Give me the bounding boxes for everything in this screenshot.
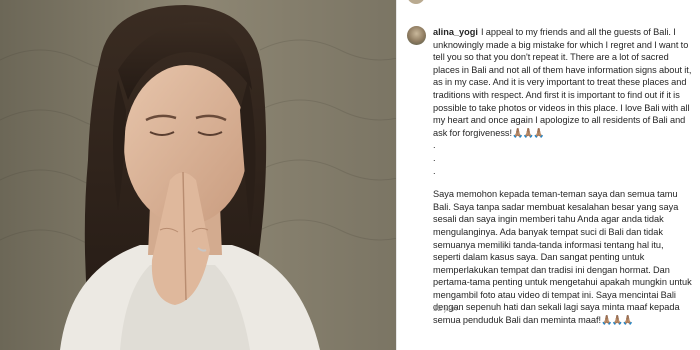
caption-en-text: I appeal to my friends and all the guest…: [433, 27, 692, 138]
caption-comment: alina_yogi I appeal to my friends and all…: [407, 26, 692, 327]
avatar[interactable]: [407, 26, 426, 45]
comments-panel: alina_yogi I appeal to my friends and all…: [397, 0, 700, 350]
username-link[interactable]: alina_yogi: [433, 27, 478, 37]
praying-hands-emoji: 🙏🏽🙏🏽🙏🏽: [601, 315, 633, 326]
separator-dot: .: [433, 152, 436, 163]
instagram-post: alina_yogi I appeal to my friends and all…: [0, 0, 700, 350]
caption-indonesian: Saya memohon kepada teman-teman saya dan…: [433, 188, 692, 327]
separator-dot: .: [433, 140, 436, 151]
post-photo[interactable]: [0, 0, 396, 350]
separator-dot: .: [433, 165, 436, 176]
caption-id-text: Saya memohon kepada teman-teman saya dan…: [433, 189, 692, 326]
post-timestamp[interactable]: 12 jam: [433, 304, 457, 313]
caption-english: alina_yogi I appeal to my friends and all…: [433, 26, 692, 139]
praying-woman-image: [0, 0, 396, 350]
caption-body: alina_yogi I appeal to my friends and all…: [433, 26, 692, 327]
praying-hands-emoji: 🙏🏽🙏🏽🙏🏽: [512, 127, 544, 138]
header-avatar[interactable]: [407, 0, 425, 4]
